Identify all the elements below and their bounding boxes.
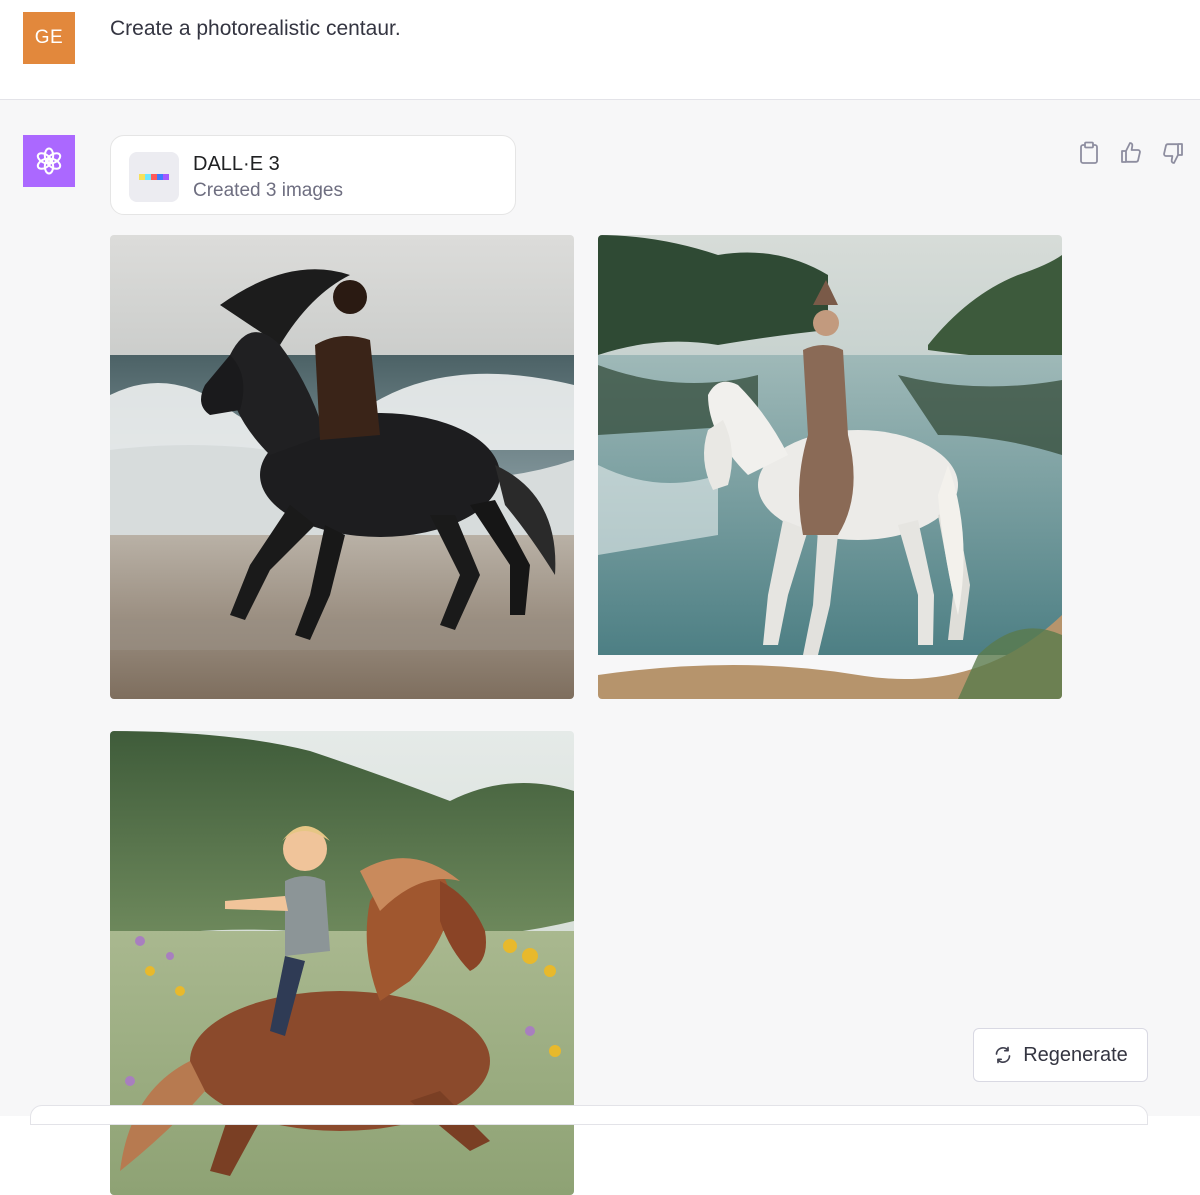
message-actions [1076,140,1186,166]
user-avatar: GE [23,12,75,64]
regenerate-label: Regenerate [1023,1043,1128,1066]
dalle-tool-card[interactable]: DALL·E 3 Created 3 images [110,135,516,215]
thumbs-down-icon [1163,143,1183,164]
assistant-message-row: DALL·E 3 Created 3 images Regenerate [0,100,1200,1195]
thumbs-up-icon [1121,142,1141,163]
openai-logo-icon [36,147,62,175]
thumbs-up-button[interactable] [1118,140,1144,166]
clipboard-icon [1080,141,1098,164]
black-centaur-beach-image [110,235,574,699]
regenerate-button[interactable]: Regenerate [973,1028,1148,1082]
child-pony-meadow-image [110,731,574,1195]
swatch-purple [163,174,169,180]
tool-card-subtitle: Created 3 images [193,180,343,201]
thumbs-down-button[interactable] [1160,140,1186,166]
generated-image-1[interactable] [110,235,574,699]
message-composer[interactable] [30,1105,1148,1125]
user-avatar-initials: GE [34,27,64,48]
generated-image-2[interactable] [598,235,1062,699]
copy-button[interactable] [1076,140,1102,166]
assistant-avatar [23,135,75,187]
refresh-icon [995,1046,1011,1064]
dalle-color-swatches [139,174,169,180]
user-message-row: GE Create a photorealistic centaur. [0,0,1200,100]
tool-card-title: DALL·E 3 [193,153,280,175]
user-message-text: Create a photorealistic centaur. [110,17,401,40]
white-centaur-lake-image [598,235,1062,699]
generated-image-3[interactable] [110,731,574,1195]
dalle-thumbnail [129,152,179,202]
